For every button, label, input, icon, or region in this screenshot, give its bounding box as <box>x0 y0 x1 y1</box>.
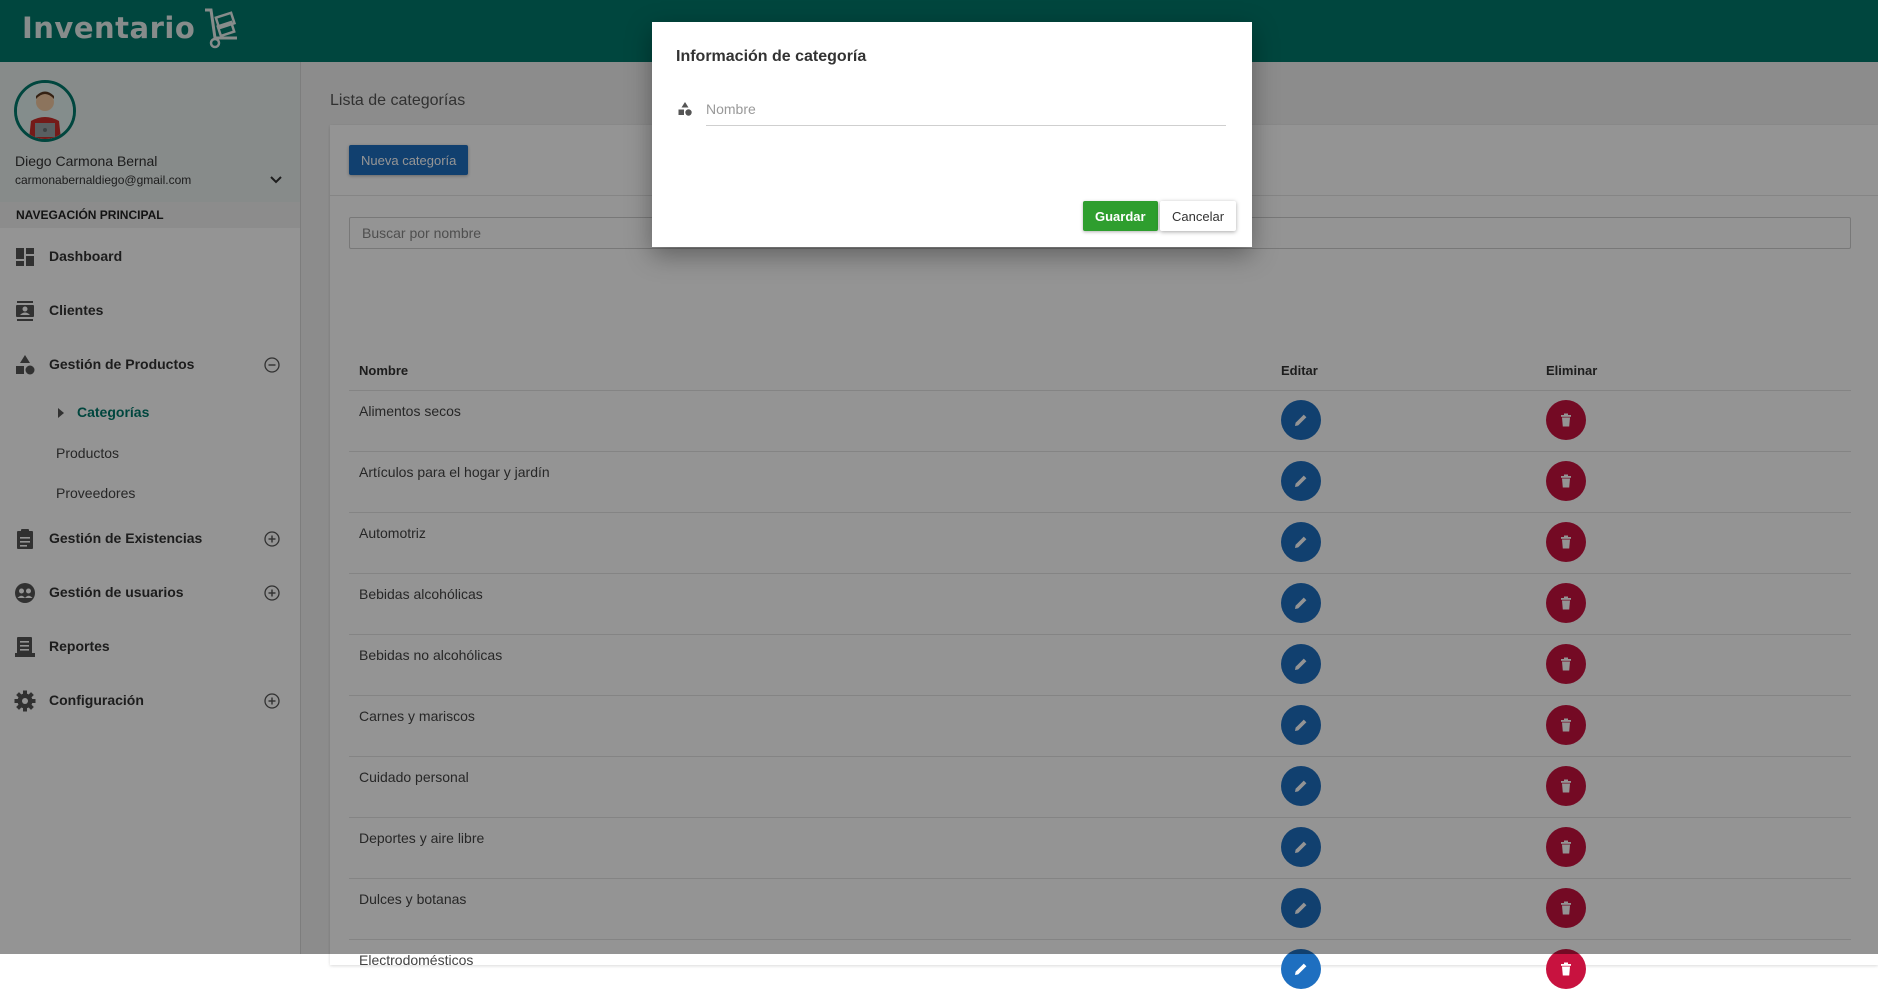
category-dialog: Información de categoría Guardar Cancela… <box>652 22 1252 247</box>
pencil-icon <box>1295 963 1307 975</box>
edit-button[interactable] <box>1281 949 1321 989</box>
cancel-button[interactable]: Cancelar <box>1160 201 1237 231</box>
dialog-title: Información de categoría <box>676 48 867 65</box>
category-icon <box>678 102 692 116</box>
category-name-field[interactable] <box>706 93 1226 126</box>
delete-button[interactable] <box>1546 949 1586 989</box>
save-button[interactable]: Guardar <box>1083 201 1158 231</box>
category-name: Electrodomésticos <box>359 952 474 968</box>
trash-icon <box>1561 962 1571 976</box>
